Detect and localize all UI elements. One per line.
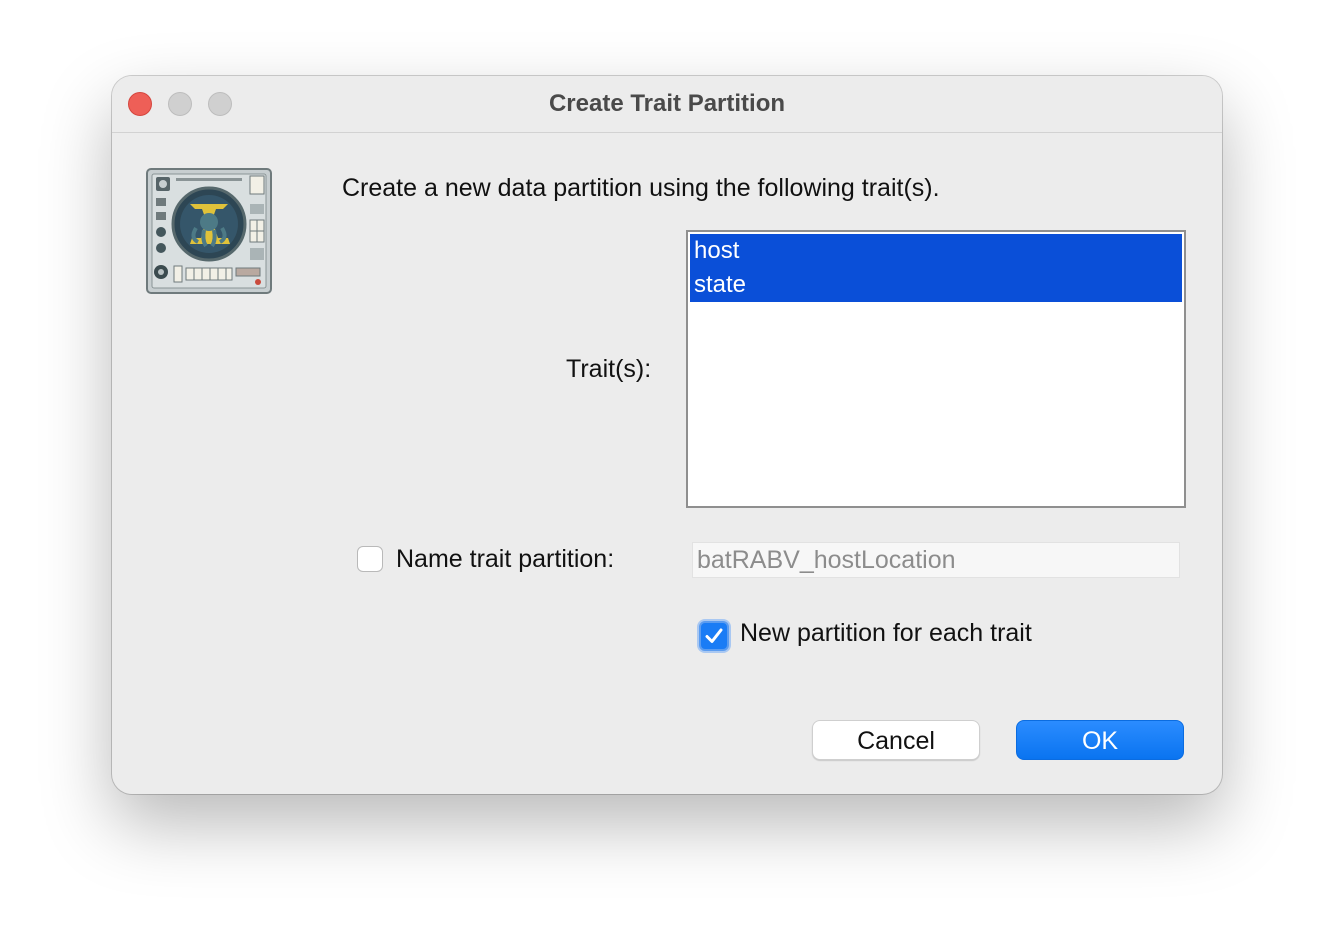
checkmark-icon	[705, 628, 723, 643]
traits-label: Trait(s):	[566, 355, 652, 383]
cancel-button[interactable]: Cancel	[812, 720, 980, 760]
name-trait-partition-checkbox[interactable]	[357, 546, 383, 572]
new-partition-each-label: New partition for each trait	[740, 619, 1032, 647]
window-title: Create Trait Partition	[548, 90, 786, 117]
ok-button[interactable]: OK	[1016, 720, 1184, 760]
new-partition-each-checkbox[interactable]	[699, 621, 729, 651]
trait-list[interactable]: host state	[686, 230, 1186, 508]
name-trait-partition-label: Name trait partition:	[396, 545, 615, 573]
title-bar: Create Trait Partition	[112, 76, 1222, 133]
partition-name-field[interactable]: batRABV_hostLocation	[692, 542, 1180, 578]
trait-item-state[interactable]: state	[690, 268, 1182, 302]
app-icon	[146, 168, 272, 294]
trait-item-host[interactable]: host	[690, 234, 1182, 268]
prompt-text: Create a new data partition using the fo…	[342, 174, 940, 202]
dialog-window: Create Trait Partition Create a new data…	[112, 76, 1222, 794]
